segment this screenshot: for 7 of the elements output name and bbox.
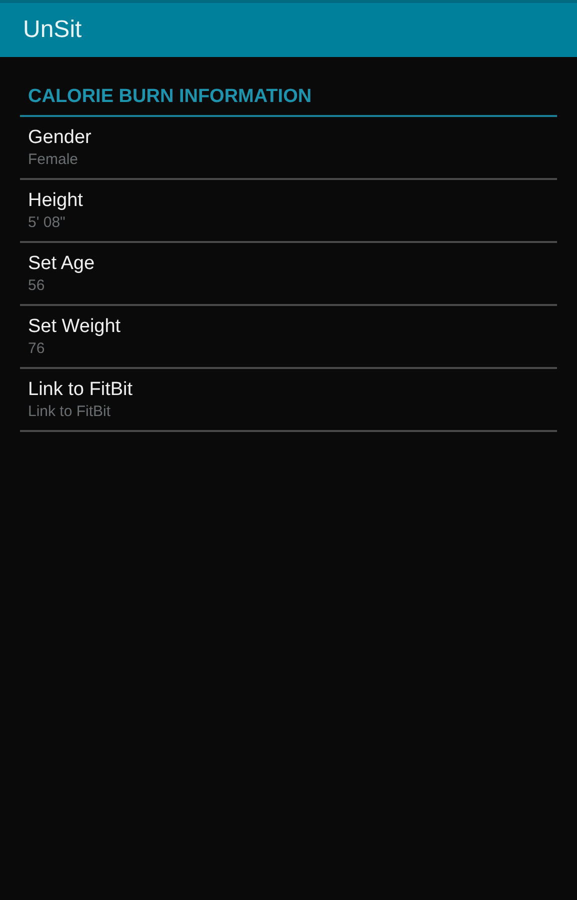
- preference-item[interactable]: Set Weight 76: [20, 306, 557, 368]
- app-title: UnSit: [23, 15, 82, 45]
- preference-item[interactable]: Gender Female: [20, 116, 557, 180]
- preference-item[interactable]: Set Age 56: [20, 242, 557, 306]
- preference-item[interactable]: Link to FitBit Link to FitBit: [20, 368, 557, 432]
- category-header: CALORIE BURN INFORMATION: [28, 86, 312, 107]
- preference-item[interactable]: Height 5' 08": [20, 180, 557, 242]
